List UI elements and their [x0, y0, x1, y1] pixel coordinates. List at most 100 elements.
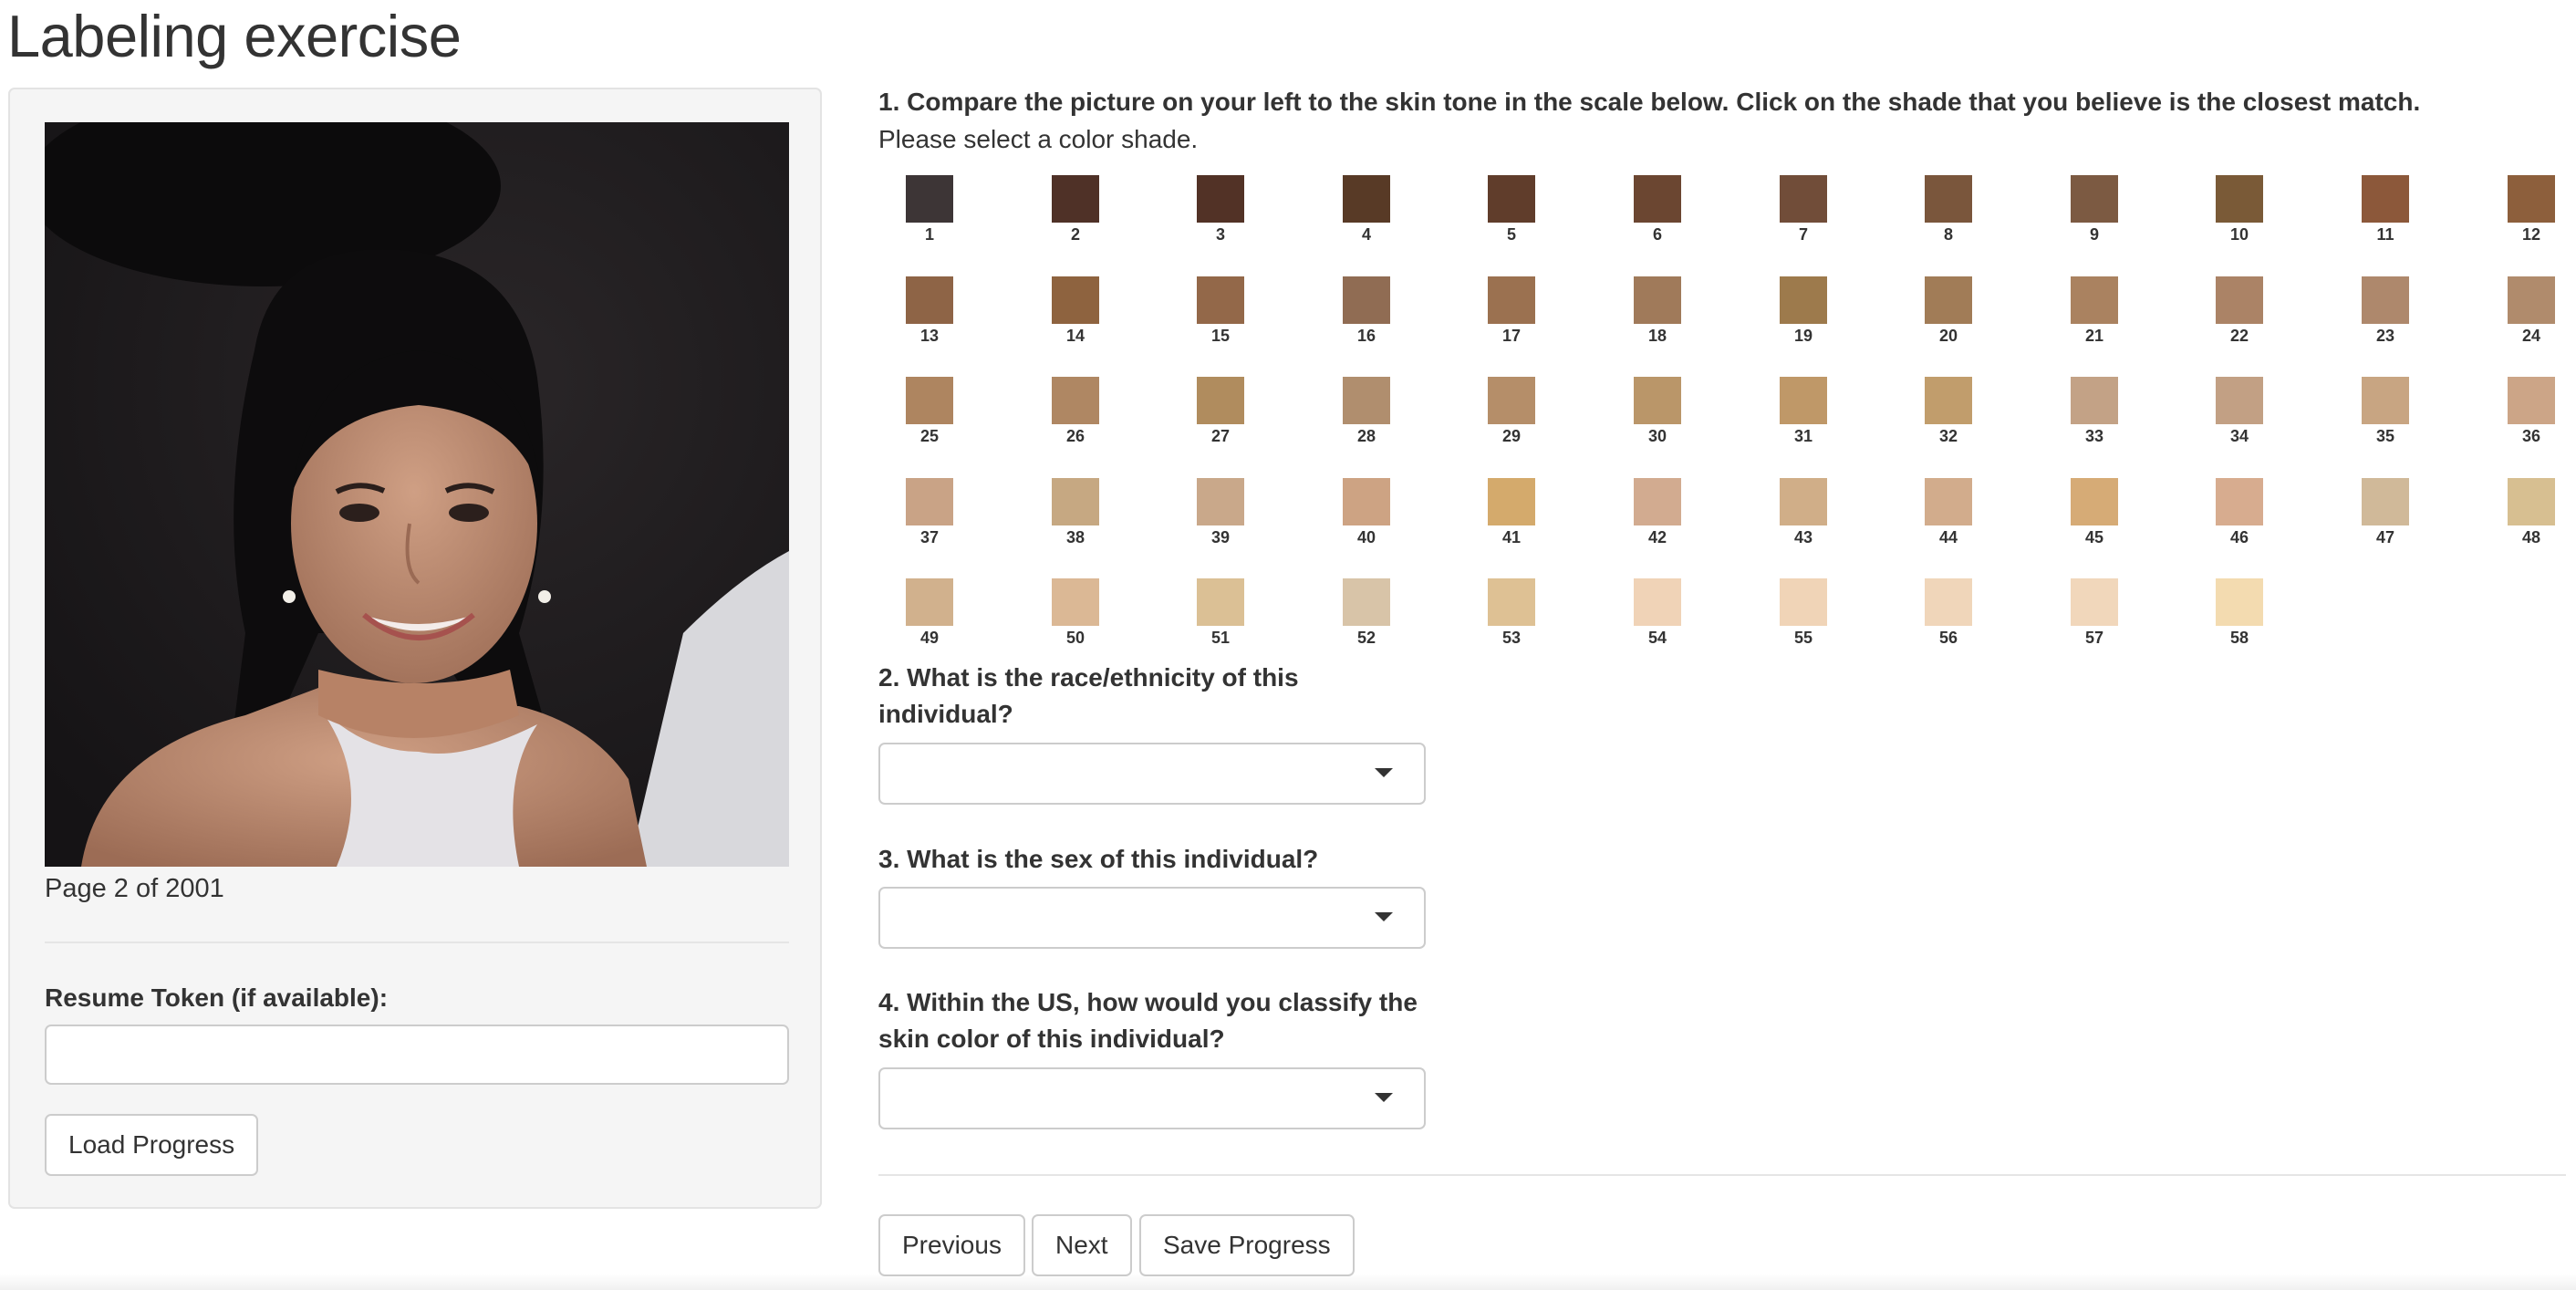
skin-tone-swatch[interactable]: 15 — [1197, 276, 1244, 348]
race-ethnicity-select[interactable] — [878, 743, 1426, 805]
skin-tone-swatch[interactable]: 26 — [1052, 377, 1099, 448]
skin-tone-swatch[interactable]: 55 — [1780, 578, 1827, 650]
swatch-color — [1052, 276, 1099, 324]
skin-tone-swatch[interactable]: 30 — [1634, 377, 1681, 448]
skin-tone-swatch[interactable]: 10 — [2216, 175, 2263, 246]
skin-tone-swatch[interactable]: 9 — [2071, 175, 2118, 246]
swatch-number: 42 — [1647, 528, 1667, 546]
skin-tone-swatch[interactable]: 29 — [1488, 377, 1535, 448]
skin-tone-swatch[interactable]: 7 — [1780, 175, 1827, 246]
skin-tone-swatch[interactable]: 5 — [1488, 175, 1535, 246]
main-panel: 1. Compare the picture on your left to t… — [878, 0, 2566, 1290]
swatch-color — [2362, 276, 2409, 324]
swatch-color — [1488, 578, 1535, 626]
skin-tone-swatch[interactable]: 16 — [1343, 276, 1390, 348]
skin-tone-swatch[interactable]: 2 — [1052, 175, 1099, 246]
next-button[interactable]: Next — [1032, 1214, 1132, 1276]
swatch-number: 41 — [1501, 528, 1522, 546]
swatch-color — [1925, 276, 1972, 324]
skin-tone-swatch[interactable]: 36 — [2508, 377, 2555, 448]
skin-tone-swatch[interactable]: 40 — [1343, 478, 1390, 549]
page-counter: Page 2 of 2001 — [45, 874, 224, 903]
skin-tone-swatch[interactable]: 33 — [2071, 377, 2118, 448]
skin-tone-swatch[interactable]: 52 — [1343, 578, 1390, 650]
skin-tone-swatch[interactable]: 24 — [2508, 276, 2555, 348]
skin-tone-swatch[interactable]: 57 — [2071, 578, 2118, 650]
skin-color-classification-select[interactable] — [878, 1067, 1426, 1129]
skin-tone-swatch[interactable]: 42 — [1634, 478, 1681, 549]
skin-tone-swatch[interactable]: 46 — [2216, 478, 2263, 549]
skin-tone-swatch[interactable]: 49 — [906, 578, 953, 650]
skin-tone-swatch[interactable]: 20 — [1925, 276, 1972, 348]
skin-tone-swatch[interactable]: 39 — [1197, 478, 1244, 549]
skin-tone-swatch[interactable]: 8 — [1925, 175, 1972, 246]
skin-tone-swatch[interactable]: 50 — [1052, 578, 1099, 650]
swatch-color — [2508, 377, 2555, 424]
swatch-color — [1925, 578, 1972, 626]
swatch-color — [2071, 478, 2118, 525]
skin-tone-swatch[interactable]: 34 — [2216, 377, 2263, 448]
skin-tone-swatch[interactable]: 25 — [906, 377, 953, 448]
skin-tone-swatch[interactable]: 27 — [1197, 377, 1244, 448]
swatch-color — [1925, 377, 1972, 424]
sex-select[interactable] — [878, 887, 1426, 949]
skin-tone-swatch[interactable]: 51 — [1197, 578, 1244, 650]
chevron-down-icon — [1375, 1093, 1393, 1102]
skin-tone-swatch[interactable]: 45 — [2071, 478, 2118, 549]
skin-tone-swatch[interactable]: 28 — [1343, 377, 1390, 448]
swatch-number: 36 — [2521, 427, 2541, 445]
swatch-number: 56 — [1938, 629, 1958, 647]
save-progress-button[interactable]: Save Progress — [1139, 1214, 1355, 1276]
skin-tone-swatch[interactable]: 53 — [1488, 578, 1535, 650]
skin-tone-swatch[interactable]: 22 — [2216, 276, 2263, 348]
swatch-color — [906, 175, 953, 223]
swatch-number: 5 — [1506, 225, 1516, 244]
swatch-number: 34 — [2229, 427, 2249, 445]
skin-tone-swatch[interactable]: 23 — [2362, 276, 2409, 348]
swatch-number: 26 — [1065, 427, 1085, 445]
skin-tone-swatch[interactable]: 35 — [2362, 377, 2409, 448]
resume-token-input[interactable] — [45, 1025, 789, 1085]
skin-tone-swatch[interactable]: 21 — [2071, 276, 2118, 348]
skin-tone-swatch[interactable]: 4 — [1343, 175, 1390, 246]
swatch-color — [2216, 175, 2263, 223]
swatch-number: 18 — [1647, 327, 1667, 345]
skin-tone-scale: 1 2 3 4 5 6 7 8 9 10 11 12 13 14 15 16 17 18 19 20 21 22 23 24 2… — [878, 0, 2566, 657]
skin-tone-swatch[interactable]: 47 — [2362, 478, 2409, 549]
skin-tone-swatch[interactable]: 1 — [906, 175, 953, 246]
previous-button[interactable]: Previous — [878, 1214, 1025, 1276]
skin-tone-swatch[interactable]: 18 — [1634, 276, 1681, 348]
swatch-number: 9 — [2089, 225, 2099, 244]
swatch-color — [1052, 478, 1099, 525]
skin-tone-swatch[interactable]: 11 — [2362, 175, 2409, 246]
skin-tone-swatch[interactable]: 19 — [1780, 276, 1827, 348]
skin-tone-swatch[interactable]: 44 — [1925, 478, 1972, 549]
sidebar-divider — [45, 941, 789, 943]
swatch-color — [1634, 276, 1681, 324]
skin-tone-swatch[interactable]: 58 — [2216, 578, 2263, 650]
skin-tone-swatch[interactable]: 32 — [1925, 377, 1972, 448]
skin-tone-swatch[interactable]: 12 — [2508, 175, 2555, 246]
swatch-color — [1634, 175, 1681, 223]
skin-tone-swatch[interactable]: 17 — [1488, 276, 1535, 348]
skin-tone-swatch[interactable]: 13 — [906, 276, 953, 348]
skin-tone-swatch[interactable]: 41 — [1488, 478, 1535, 549]
skin-tone-swatch[interactable]: 31 — [1780, 377, 1827, 448]
skin-tone-swatch[interactable]: 43 — [1780, 478, 1827, 549]
skin-tone-swatch[interactable]: 14 — [1052, 276, 1099, 348]
skin-tone-swatch[interactable]: 38 — [1052, 478, 1099, 549]
skin-tone-swatch[interactable]: 48 — [2508, 478, 2555, 549]
swatch-color — [2216, 377, 2263, 424]
swatch-number: 44 — [1938, 528, 1958, 546]
skin-tone-swatch[interactable]: 3 — [1197, 175, 1244, 246]
swatch-color — [1780, 377, 1827, 424]
page-bottom-shadow — [0, 1274, 2576, 1290]
skin-tone-swatch[interactable]: 6 — [1634, 175, 1681, 246]
load-progress-button[interactable]: Load Progress — [45, 1114, 259, 1176]
skin-tone-swatch[interactable]: 56 — [1925, 578, 1972, 650]
skin-tone-swatch[interactable]: 54 — [1634, 578, 1681, 650]
swatch-number: 7 — [1798, 225, 1808, 244]
swatch-color — [1197, 276, 1244, 324]
skin-tone-swatch[interactable]: 37 — [906, 478, 953, 549]
swatch-number: 45 — [2084, 528, 2104, 546]
